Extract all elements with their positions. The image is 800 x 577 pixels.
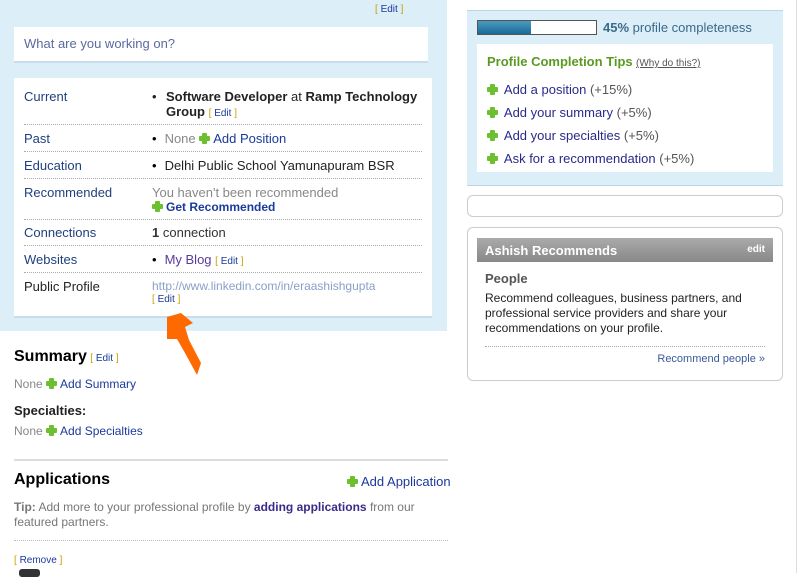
- plus-icon: [487, 84, 498, 95]
- tips-title: Profile Completion Tips: [487, 54, 633, 69]
- plus-icon: [347, 476, 358, 487]
- summary-edit-link[interactable]: Edit: [90, 353, 118, 364]
- recommends-edit-link[interactable]: edit: [747, 244, 765, 255]
- status-input[interactable]: What are you working on?: [14, 27, 428, 61]
- current-edit-link[interactable]: Edit: [209, 108, 237, 119]
- plus-icon: [199, 133, 211, 144]
- public-profile-edit-link[interactable]: Edit: [152, 294, 180, 305]
- applications-title: Applications: [14, 471, 111, 488]
- completeness-progress-bar: [477, 20, 597, 35]
- app-icon: [19, 569, 40, 577]
- plus-icon: [487, 107, 498, 118]
- empty-box: [467, 195, 783, 217]
- completeness-percent: 45%: [603, 20, 630, 35]
- public-profile-url[interactable]: http://www.linkedin.com/in/eraashishgupt…: [152, 279, 375, 293]
- connections-label: Connections: [24, 225, 97, 240]
- current-label: Current: [24, 89, 68, 104]
- add-position-link[interactable]: Add Position: [213, 131, 286, 146]
- tips-list: Add a position (+15%) Add your summary (…: [487, 78, 694, 170]
- specialties-title: Specialties:: [14, 403, 87, 418]
- websites-label: Websites: [24, 252, 78, 267]
- divider: [485, 346, 765, 347]
- divider: [24, 124, 422, 125]
- add-application-link[interactable]: Add Application: [361, 474, 451, 489]
- divider: [14, 459, 448, 461]
- get-recommended-link[interactable]: Get Recommended: [166, 200, 275, 214]
- plus-icon: [487, 153, 498, 164]
- summary-none: None: [14, 377, 43, 391]
- top-edit-link[interactable]: Edit: [375, 4, 403, 15]
- education-value[interactable]: Delhi Public School Yamunapuram BSR: [165, 158, 395, 173]
- connections-text: connection: [162, 225, 226, 240]
- website-edit-link[interactable]: Edit: [215, 256, 243, 267]
- add-specialties-link[interactable]: Add Specialties: [60, 424, 143, 438]
- public-profile-label: Public Profile: [24, 279, 100, 294]
- recommends-title: Ashish Recommends: [485, 243, 618, 258]
- education-label: Education: [24, 158, 82, 173]
- page-edge: [796, 0, 797, 573]
- summary-title: Summary: [14, 348, 87, 365]
- my-blog-link[interactable]: My Blog: [165, 252, 212, 267]
- applications-tip: Tip: Add more to your professional profi…: [14, 500, 415, 529]
- completeness-label: profile completeness: [632, 20, 752, 35]
- orange-arrow-annotation: [167, 313, 201, 375]
- plus-icon: [46, 378, 58, 389]
- tip-item[interactable]: Add a position (+15%): [487, 78, 694, 101]
- recommends-header: Ashish Recommends edit: [477, 238, 773, 262]
- tip-item[interactable]: Add your summary (+5%): [487, 101, 694, 124]
- position-title[interactable]: Software Developer: [166, 89, 287, 104]
- remove-link[interactable]: Remove: [14, 555, 62, 566]
- plus-icon: [46, 425, 58, 436]
- recommends-subtitle: People: [485, 271, 528, 286]
- tip-item[interactable]: Add your specialties (+5%): [487, 124, 694, 147]
- connections-count[interactable]: 1: [152, 225, 159, 240]
- specialties-none: None: [14, 424, 43, 438]
- recommended-text: You haven't been recommended: [152, 185, 339, 200]
- recommends-text: Recommend colleagues, business partners,…: [485, 291, 742, 335]
- plus-icon: [152, 201, 163, 212]
- recommend-people-link[interactable]: Recommend people »: [657, 353, 765, 365]
- at-text: at: [291, 89, 302, 104]
- divider: [14, 540, 448, 541]
- past-label: Past: [24, 131, 51, 146]
- current-position: • Software Developer at Ramp Technology G…: [152, 89, 427, 119]
- tip-item[interactable]: Ask for a recommendation (+5%): [487, 147, 694, 170]
- add-summary-link[interactable]: Add Summary: [60, 377, 136, 391]
- why-link[interactable]: (Why do this?): [636, 58, 700, 69]
- recommended-label: Recommended: [24, 185, 113, 200]
- adding-applications-link[interactable]: adding applications: [254, 500, 367, 514]
- past-none: None: [164, 131, 196, 146]
- plus-icon: [487, 130, 498, 141]
